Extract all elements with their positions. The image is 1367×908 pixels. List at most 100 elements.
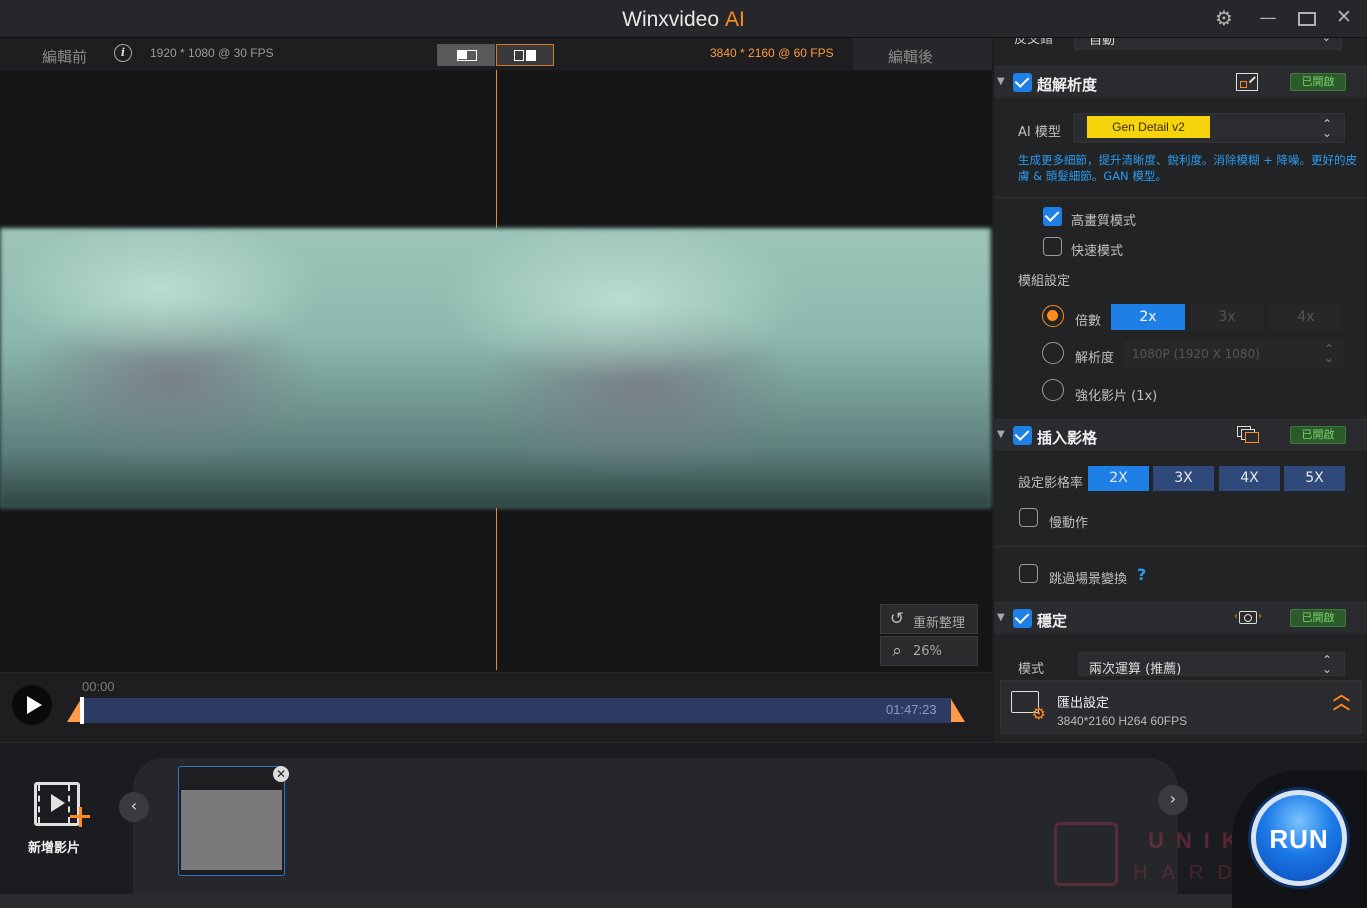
export-settings-icon: ⚙ [1011, 691, 1046, 722]
zoom-button[interactable]: ⌕ 26% [880, 636, 978, 666]
clip-strip [133, 758, 1178, 894]
model-description: 生成更多細節，提升清晰度、銳利度。消除模糊 + 降噪。更好的皮膚 & 頭髮細節。… [1018, 153, 1357, 183]
time-end: 01:47:23 [886, 702, 937, 717]
scale-2x-button[interactable]: 2x [1111, 304, 1185, 330]
skip-scene-label: 跳過場景變換 [1049, 572, 1128, 587]
after-label: 編輯後 [888, 49, 934, 66]
frames-icon [1237, 426, 1259, 444]
add-video-icon[interactable] [34, 782, 90, 828]
collapse-icon[interactable]: ▼ [997, 612, 1005, 623]
rate-2x-button[interactable]: 2X [1088, 466, 1149, 491]
deinterlace-value: 自動 [1089, 38, 1116, 48]
camera-shake-icon: ‹ › [1234, 611, 1262, 624]
minimize-icon[interactable]: — [1257, 7, 1279, 29]
view-split-button[interactable] [437, 44, 495, 66]
reset-label: 重新整理 [913, 616, 966, 631]
before-label: 編輯前 [42, 49, 88, 66]
module-settings-label: 模組設定 [1018, 274, 1071, 289]
refresh-icon: ↺ [889, 609, 905, 629]
frame-rate-label: 設定影格率 [1018, 476, 1084, 491]
trim-start-handle[interactable] [67, 699, 81, 722]
side-by-side-icon-right [526, 50, 536, 61]
expand-up-icon[interactable]: ︿ ︿ [1333, 687, 1350, 713]
time-start: 00:00 [82, 679, 115, 694]
timeline-track[interactable] [82, 698, 952, 723]
export-details: 3840*2160 H264 60FPS [1057, 714, 1188, 728]
video-preview [0, 228, 991, 508]
source-info: 1920 * 1080 @ 30 FPS [150, 46, 274, 60]
deinterlace-label: 反交錯 [1014, 38, 1054, 47]
trim-end-handle[interactable] [951, 699, 965, 722]
enhance-label: 強化影片 (1x) [1075, 389, 1158, 404]
collapse-icon[interactable]: ▼ [997, 76, 1005, 87]
slow-motion-checkbox[interactable] [1019, 508, 1038, 527]
divider [994, 546, 1367, 547]
stabilize-mode-dropdown[interactable]: 兩次運算 (推薦) ⌃ ⌄ [1078, 652, 1345, 677]
export-title: 匯出設定 [1057, 696, 1110, 711]
view-side-by-side-button[interactable] [496, 44, 554, 66]
frame-interpolation-checkbox[interactable] [1013, 426, 1032, 445]
resolution-label: 解析度 [1075, 351, 1115, 366]
slow-motion-label: 慢動作 [1049, 516, 1089, 531]
resolution-dropdown[interactable]: 1080P (1920 X 1080) ⌃ ⌄ [1124, 340, 1344, 368]
reset-button[interactable]: ↺ 重新整理 [880, 604, 978, 634]
scale-radio[interactable] [1042, 305, 1064, 327]
collapse-icon[interactable]: ▼ [997, 429, 1005, 440]
maximize-icon[interactable] [1298, 12, 1316, 26]
scroll-right-button[interactable]: › [1158, 785, 1188, 815]
zoom-value: 26% [913, 644, 942, 659]
updown-arrow-icon: ⌃ ⌄ [1322, 117, 1333, 140]
updown-arrow-icon: ⌃ ⌄ [1324, 342, 1335, 365]
super-resolution-checkbox[interactable] [1013, 73, 1032, 92]
stabilize-checkbox[interactable] [1013, 609, 1032, 628]
split-divider-lower[interactable] [496, 508, 497, 670]
super-resolution-title: 超解析度 [1037, 76, 1098, 94]
scale-4x-button[interactable]: 4x [1269, 304, 1343, 330]
split-view-icon [457, 50, 477, 61]
deinterlace-dropdown[interactable]: 自動 ⌄ [1074, 38, 1342, 50]
enhance-radio[interactable] [1042, 379, 1064, 401]
status-strip [0, 894, 1367, 908]
high-quality-label: 高畫質模式 [1071, 214, 1137, 229]
add-video-label[interactable]: 新增影片 [28, 837, 80, 856]
expand-icon[interactable] [1236, 73, 1258, 91]
help-icon[interactable]: ? [1137, 565, 1146, 584]
clip-thumbnail-image [181, 790, 282, 870]
updown-arrow-icon: ⌃ ⌄ [1322, 653, 1333, 676]
fast-mode-checkbox[interactable] [1043, 237, 1062, 256]
close-icon[interactable]: ✕ [1333, 6, 1355, 28]
run-label[interactable]: RUN [1251, 824, 1347, 855]
scale-3x-button[interactable]: 3x [1190, 304, 1264, 330]
app-title: Winxvideo AI [622, 8, 745, 31]
scale-label: 倍數 [1075, 314, 1102, 329]
export-settings[interactable]: ⚙ 匯出設定 3840*2160 H264 60FPS ︿ ︿ [1000, 680, 1362, 734]
output-info: 3840 * 2160 @ 60 FPS [710, 46, 834, 60]
status-badge: 已開啟 [1290, 609, 1346, 627]
stabilize-mode-label: 模式 [1018, 662, 1045, 677]
resolution-radio[interactable] [1042, 342, 1064, 364]
info-icon[interactable]: i [114, 44, 132, 62]
side-by-side-icon [514, 50, 524, 61]
skip-scene-checkbox[interactable] [1019, 564, 1038, 583]
fast-mode-label: 快速模式 [1071, 244, 1124, 259]
watermark-logo [1054, 822, 1118, 886]
split-divider[interactable] [496, 70, 497, 228]
frame-interpolation-title: 插入影格 [1037, 429, 1098, 447]
scroll-left-button[interactable]: ‹ [119, 792, 149, 822]
ai-model-dropdown[interactable]: Gen Detail v2 ⌃ ⌄ [1073, 113, 1345, 143]
status-badge: 已開啟 [1290, 426, 1346, 444]
deinterlace-row: 反交錯 自動 ⌄ [1006, 38, 1346, 52]
rate-4x-button[interactable]: 4X [1219, 466, 1280, 491]
chevron-down-icon: ⌄ [1322, 38, 1331, 44]
settings-gear-icon[interactable]: ⚙ [1213, 7, 1235, 29]
stabilize-mode-value: 兩次運算 (推薦) [1089, 662, 1182, 677]
resolution-value: 1080P (1920 X 1080) [1132, 347, 1260, 361]
ai-model-label: AI 模型 [1018, 125, 1061, 140]
playhead[interactable] [80, 697, 84, 724]
rate-3x-button[interactable]: 3X [1153, 466, 1214, 491]
play-button[interactable] [12, 685, 52, 725]
ai-model-value: Gen Detail v2 [1087, 116, 1210, 138]
remove-clip-icon[interactable]: ✕ [273, 766, 289, 782]
high-quality-checkbox[interactable] [1043, 207, 1062, 226]
rate-5x-button[interactable]: 5X [1284, 466, 1345, 491]
